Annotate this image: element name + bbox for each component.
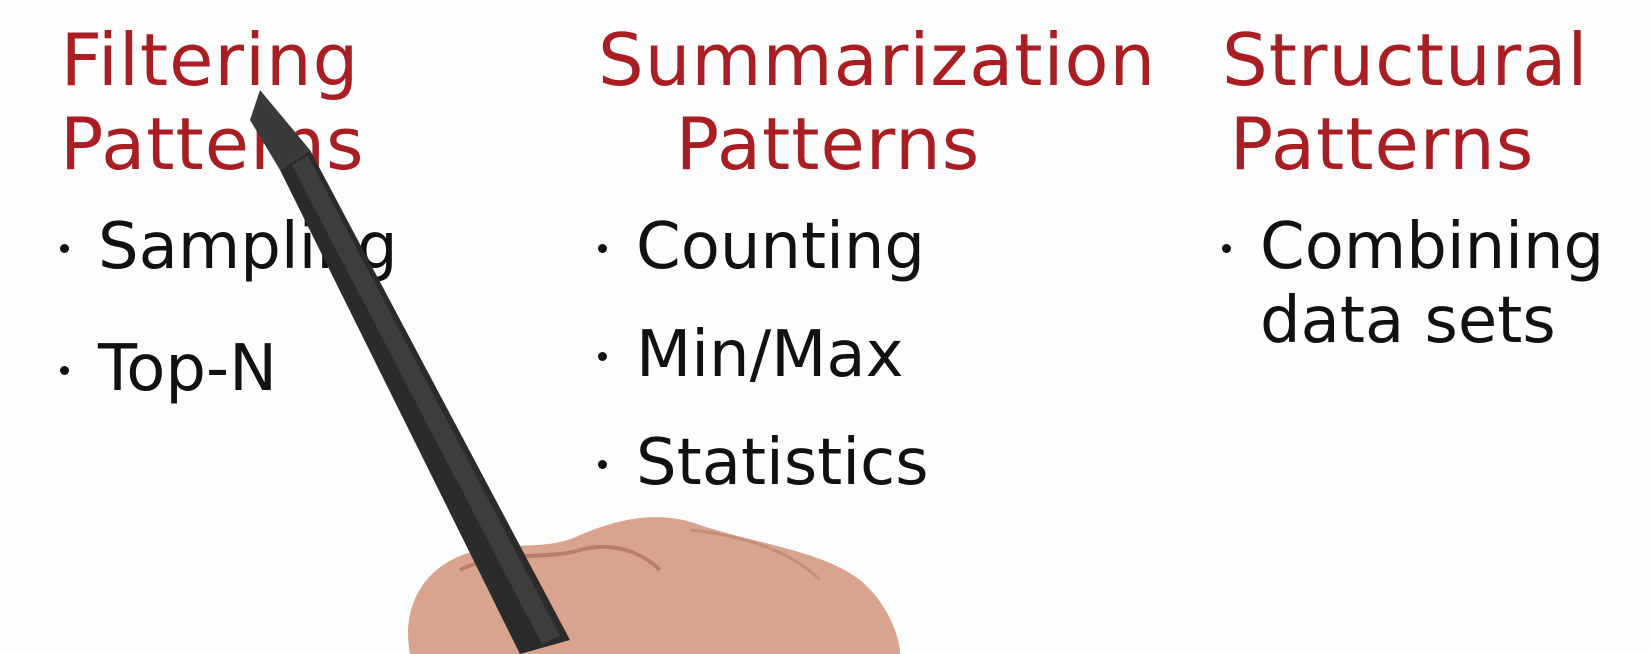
list-item-counting: Counting bbox=[598, 210, 929, 284]
list-item-statistics: Statistics bbox=[598, 426, 929, 500]
column-summarization-patterns: Summarization Patterns Counting Min/Max … bbox=[598, 18, 1157, 638]
heading-structural-patterns: Structural Patterns bbox=[1222, 18, 1589, 186]
list-item-combining-data-sets: Combining data sets bbox=[1222, 210, 1604, 358]
heading-summarization-patterns: Summarization Patterns bbox=[598, 18, 1157, 186]
heading-line-1: Structural bbox=[1222, 18, 1589, 102]
list-item-top-n: Top-N bbox=[60, 332, 398, 406]
heading-line-2: Patterns bbox=[1229, 102, 1535, 186]
heading-line-2: Patterns bbox=[60, 102, 365, 186]
whiteboard: Filtering Patterns Sampling Top-N Summar… bbox=[0, 0, 1650, 654]
heading-filtering-patterns: Filtering Patterns bbox=[60, 18, 365, 186]
structural-pattern-list: Combining data sets bbox=[1222, 210, 1604, 358]
filtering-pattern-list: Sampling Top-N bbox=[60, 210, 398, 454]
column-filtering-patterns: Filtering Patterns Sampling Top-N bbox=[60, 18, 520, 638]
heading-line-2: Patterns bbox=[675, 102, 981, 186]
summarization-pattern-list: Counting Min/Max Statistics Index bbox=[598, 210, 929, 642]
list-item-sampling: Sampling bbox=[60, 210, 398, 284]
heading-line-1: Filtering bbox=[60, 18, 360, 102]
column-structural-patterns: Structural Patterns Combining data sets bbox=[1222, 18, 1650, 638]
list-item-min-max: Min/Max bbox=[598, 318, 929, 392]
list-item-index: Index bbox=[598, 534, 929, 608]
heading-line-1: Summarization bbox=[598, 18, 1157, 102]
